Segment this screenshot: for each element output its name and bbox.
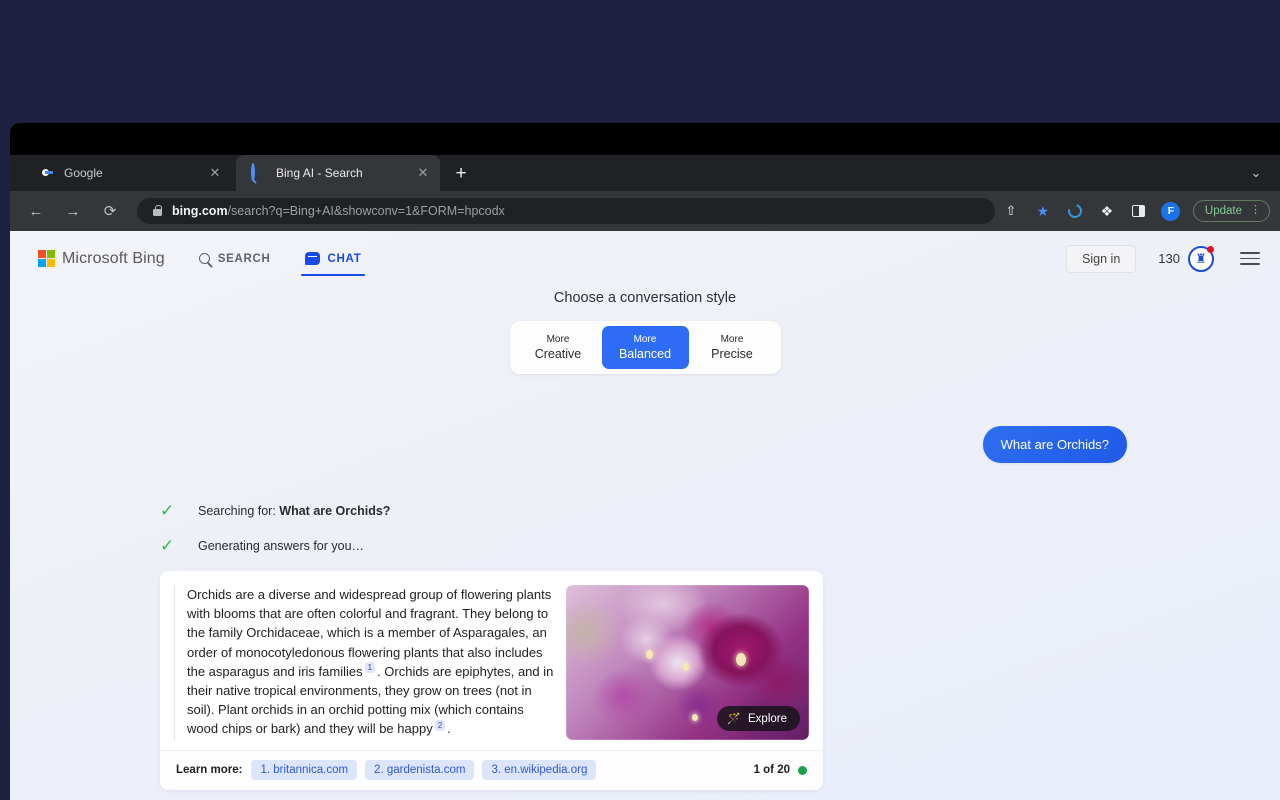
conversation-style-section: Choose a conversation style More Creativ… (10, 290, 1280, 374)
side-panel-icon[interactable] (1126, 198, 1152, 224)
style-option-creative[interactable]: More Creative (515, 326, 602, 369)
tab-title: Bing AI - Search (276, 166, 363, 180)
forward-icon[interactable]: → (59, 197, 87, 225)
source-link-wikipedia[interactable]: 3. en.wikipedia.org (482, 760, 597, 780)
source-link-gardenista[interactable]: 2. gardenista.com (365, 760, 475, 780)
browser-toolbar: ← → ⟳ bing.com/search?q=Bing+AI&showconv… (10, 191, 1280, 231)
address-bar[interactable]: bing.com/search?q=Bing+AI&showconv=1&FOR… (137, 198, 995, 224)
answer-card: Orchids are a diverse and widespread gro… (160, 571, 823, 790)
assistant-response: ✓ Searching for: What are Orchids? ✓ Gen… (10, 498, 1280, 790)
status-text: Generating answers for you… (198, 539, 365, 553)
window-title-strip (10, 123, 1280, 155)
update-label: Update (1204, 205, 1242, 217)
answer-paragraph-3: . (447, 721, 451, 737)
url-path: /search?q=Bing+AI&showconv=1&FORM=hpcodx (227, 204, 505, 218)
tab-google[interactable]: Google ✕ (24, 155, 232, 191)
tab-strip: Google ✕ Bing AI - Search ✕ + ⌄ (10, 155, 1280, 191)
back-icon[interactable]: ← (22, 197, 50, 225)
hamburger-icon[interactable] (1240, 248, 1260, 269)
chat-thread: What are Orchids? ✓ Searching for: What … (10, 426, 1280, 790)
learn-more-label: Learn more: (176, 764, 243, 776)
status-generating-answers: ✓ Generating answers for you… (160, 533, 1280, 559)
close-icon[interactable]: ✕ (206, 164, 224, 182)
magic-wand-icon: 🪄 (727, 713, 741, 725)
sign-in-button[interactable]: Sign in (1066, 244, 1137, 273)
user-message-row: What are Orchids? (10, 426, 1280, 463)
chevron-down-icon[interactable]: ⌄ (1248, 165, 1264, 181)
style-option-line2: Balanced (618, 347, 672, 361)
explore-label: Explore (748, 712, 787, 725)
google-icon (38, 165, 54, 181)
refresh-extension-icon[interactable] (1062, 198, 1088, 224)
tab-bing-ai-search[interactable]: Bing AI - Search ✕ (236, 155, 440, 191)
bing-header-actions: Sign in 130 ♜ (1066, 244, 1260, 273)
microsoft-squares-icon (38, 250, 55, 267)
toolbar-actions: ⇧ ★ ❖ F Update ⋮ (995, 198, 1280, 224)
bing-logo-text: Microsoft Bing (62, 249, 165, 267)
turn-counter-text: 1 of 20 (753, 764, 790, 776)
lock-icon (153, 204, 162, 216)
browser-window: Google ✕ Bing AI - Search ✕ + ⌄ ← → ⟳ bi… (10, 123, 1280, 800)
answer-text: Orchids are a diverse and widespread gro… (174, 585, 554, 740)
update-button[interactable]: Update ⋮ (1192, 200, 1270, 222)
extensions-puzzle-icon[interactable]: ❖ (1094, 198, 1120, 224)
page-viewport: Microsoft Bing SEARCH CHAT Sign in 130 ♜ (10, 231, 1280, 800)
turn-counter: 1 of 20 (754, 764, 807, 776)
bookmark-star-icon[interactable]: ★ (1030, 198, 1056, 224)
style-option-line2: Creative (534, 347, 582, 361)
style-option-balanced[interactable]: More Balanced (601, 326, 689, 369)
share-icon[interactable]: ⇧ (998, 198, 1024, 224)
citation-1[interactable]: 1 (364, 662, 376, 674)
rewards-count: 130 (1158, 251, 1180, 266)
check-icon: ✓ (160, 535, 175, 556)
nav-tab-label: SEARCH (217, 252, 271, 265)
citation-2[interactable]: 2 (434, 720, 446, 732)
style-option-line1: More (720, 334, 744, 345)
style-option-line1: More (546, 334, 570, 345)
status-prefix: Searching for: (198, 504, 280, 518)
status-query: What are Orchids? (279, 504, 391, 518)
bing-header: Microsoft Bing SEARCH CHAT Sign in 130 ♜ (10, 231, 1280, 286)
status-text: Searching for: What are Orchids? (198, 504, 390, 518)
user-message-bubble: What are Orchids? (982, 426, 1127, 463)
nav-tab-chat[interactable]: CHAT (300, 231, 366, 286)
style-option-precise[interactable]: More Precise (689, 326, 776, 369)
answer-body: Orchids are a diverse and widespread gro… (160, 571, 823, 750)
tab-title: Google (64, 166, 103, 180)
status-dot (798, 765, 807, 775)
conversation-style-toggle: More Creative More Balanced More Precise (509, 321, 781, 374)
trophy-glyph: ♜ (1195, 251, 1207, 266)
notification-dot (1207, 245, 1214, 253)
style-option-line1: More (633, 334, 657, 345)
source-link-britannica[interactable]: 1. britannica.com (251, 760, 358, 780)
explore-button[interactable]: 🪄 Explore (717, 706, 800, 731)
close-icon[interactable]: ✕ (414, 164, 432, 182)
url-host: bing.com (172, 204, 228, 218)
chrome-menu-icon[interactable]: ⋮ (1250, 205, 1261, 216)
chat-bubble-icon (304, 252, 320, 265)
check-icon: ✓ (160, 500, 175, 521)
new-tab-button[interactable]: + (450, 163, 472, 185)
nav-tab-search[interactable]: SEARCH (195, 231, 275, 286)
conversation-style-title: Choose a conversation style (553, 290, 737, 306)
style-option-line2: Precise (711, 347, 753, 361)
answer-image-orchid[interactable]: 🪄 Explore (566, 585, 809, 740)
answer-footer: Learn more: 1. britannica.com 2. gardeni… (160, 750, 823, 790)
rewards-trophy-icon[interactable]: ♜ (1188, 245, 1214, 272)
nav-tab-label: CHAT (327, 252, 362, 265)
avatar[interactable]: F (1158, 198, 1184, 224)
reload-icon[interactable]: ⟳ (96, 197, 124, 225)
search-icon (198, 253, 210, 264)
bing-nav: SEARCH CHAT (195, 231, 392, 286)
microsoft-bing-logo[interactable]: Microsoft Bing (38, 250, 165, 268)
bing-search-icon (250, 163, 266, 181)
status-searching-for: ✓ Searching for: What are Orchids? (160, 498, 1280, 524)
